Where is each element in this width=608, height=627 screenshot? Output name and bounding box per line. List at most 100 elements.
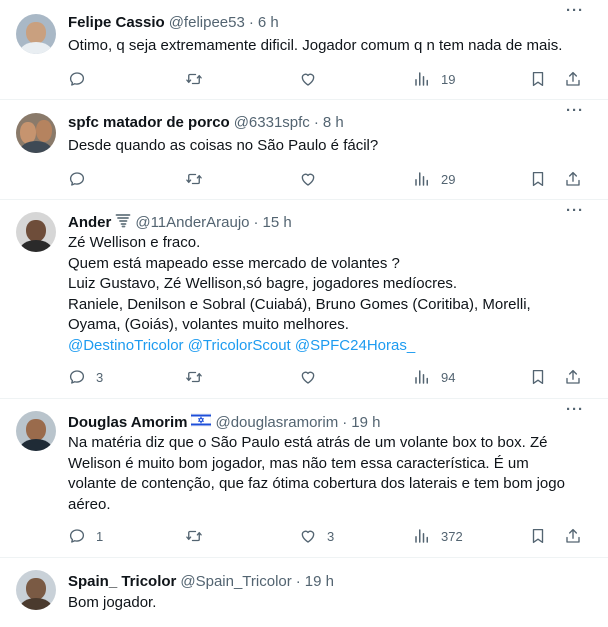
avatar[interactable]	[16, 212, 56, 252]
separator: ·	[248, 13, 254, 31]
tweet-header: Felipe Cassio @felipee53 · 6 h	[68, 12, 279, 32]
tweet-text: Bom jogador.	[68, 593, 588, 614]
retweet-button[interactable]	[185, 69, 213, 89]
display-name[interactable]: Ander	[68, 214, 111, 231]
reply-icon	[69, 172, 85, 186]
separator: ·	[295, 572, 301, 590]
mention-links[interactable]: @DestinoTricolor @TricolorScout @SPFC24H…	[68, 336, 588, 357]
timestamp[interactable]: 15 h	[263, 214, 292, 231]
tweet-text-line: volante de contenção, que faz ótima cobe…	[68, 475, 565, 492]
bookmark-button[interactable]	[529, 526, 547, 546]
views-button[interactable]: 29	[413, 169, 455, 189]
avatar[interactable]	[16, 411, 56, 451]
reply-icon	[69, 529, 85, 543]
reply-button[interactable]	[68, 69, 96, 89]
bookmark-button[interactable]	[529, 169, 547, 189]
display-name[interactable]: Spain_ Tricolor	[68, 573, 176, 590]
display-name[interactable]: Felipe Cassio	[68, 14, 165, 31]
like-button[interactable]	[299, 169, 327, 189]
views-button[interactable]: 19	[413, 69, 455, 89]
like-icon	[301, 173, 315, 186]
reply-button[interactable]: 3	[68, 367, 103, 387]
tweet-text-line: Otimo, q seja extremamente dificil. Joga…	[68, 37, 563, 54]
retweet-icon	[186, 73, 202, 85]
retweet-icon	[186, 371, 202, 383]
display-name[interactable]: spfc matador de porco	[68, 114, 230, 131]
views-icon	[415, 72, 428, 86]
more-options-icon[interactable]: ···	[566, 401, 584, 418]
user-handle[interactable]: @douglasramorim	[215, 414, 338, 431]
reply-button[interactable]	[68, 169, 96, 189]
retweet-button[interactable]	[185, 526, 213, 546]
view-count: 29	[441, 171, 456, 187]
tweet-text: Na matéria diz que o São Paulo está atrá…	[68, 433, 588, 515]
like-button[interactable]	[299, 69, 327, 89]
more-options-icon[interactable]: ···	[566, 202, 584, 219]
tweet-text-line: Raniele, Denilson e Sobral (Cuiabá), Bru…	[68, 295, 531, 313]
like-button[interactable]: 3	[299, 526, 334, 546]
bookmark-icon	[532, 369, 544, 385]
share-button[interactable]	[564, 367, 582, 387]
retweet-button[interactable]	[185, 169, 213, 189]
retweet-icon	[186, 530, 202, 542]
retweet-icon	[186, 173, 202, 185]
like-button[interactable]	[299, 367, 327, 387]
tweet-text: Desde quando as coisas no São Paulo é fá…	[68, 136, 588, 157]
tweet-header: spfc matador de porco @6331spfc · 8 h	[68, 112, 344, 132]
tweet[interactable]: Ander @11AnderAraujo · 15 h ··· Zé Welli…	[0, 200, 608, 399]
action-bar: 3 94	[68, 367, 588, 387]
view-count: 372	[441, 528, 463, 544]
views-icon	[415, 172, 428, 186]
share-button[interactable]	[564, 169, 582, 189]
like-icon	[301, 371, 315, 384]
separator: ·	[342, 413, 348, 431]
user-handle[interactable]: @6331spfc	[234, 114, 310, 131]
share-button[interactable]	[564, 69, 582, 89]
views-button[interactable]: 94	[413, 367, 455, 387]
reply-count: 3	[96, 369, 104, 385]
tweet-text: Otimo, q seja extremamente dificil. Joga…	[68, 36, 588, 57]
tweet-text-line: Desde quando as coisas no São Paulo é fá…	[68, 137, 379, 154]
tweet[interactable]: Douglas Amorim @douglasramorim · 19 h ··…	[0, 399, 608, 558]
timestamp[interactable]: 19 h	[305, 573, 334, 590]
tweet[interactable]: spfc matador de porco @6331spfc · 8 h ··…	[0, 100, 608, 200]
retweet-button[interactable]	[185, 367, 213, 387]
views-button[interactable]: 372	[413, 526, 463, 546]
bookmark-button[interactable]	[529, 367, 547, 387]
timestamp[interactable]: 6 h	[258, 14, 279, 31]
user-handle[interactable]: @11AnderAraujo	[135, 214, 249, 231]
like-icon	[301, 530, 315, 543]
tweet-text-line: Na matéria diz que o São Paulo está atrá…	[68, 434, 548, 451]
tweet-text-line: Zé Wellison e fraco.	[68, 234, 201, 251]
views-icon	[415, 370, 428, 384]
user-handle[interactable]: @felipee53	[169, 14, 245, 31]
view-count: 19	[441, 71, 456, 87]
tweet-header: Douglas Amorim @douglasramorim · 19 h	[68, 412, 380, 432]
tweet[interactable]: Felipe Cassio @felipee53 · 6 h ··· Otimo…	[0, 0, 608, 100]
like-count: 3	[327, 528, 335, 544]
replies-feed: Felipe Cassio @felipee53 · 6 h ··· Otimo…	[0, 0, 608, 627]
reply-icon	[69, 370, 85, 384]
display-name[interactable]: Douglas Amorim	[68, 414, 187, 431]
tweet[interactable]: Spain_ Tricolor @Spain_Tricolor · 19 h B…	[0, 558, 608, 627]
tweet-header: Ander @11AnderAraujo · 15 h	[68, 212, 292, 232]
avatar[interactable]	[16, 113, 56, 153]
reply-button[interactable]: 1	[68, 526, 103, 546]
user-handle[interactable]: @Spain_Tricolor	[180, 573, 291, 590]
share-icon	[566, 171, 580, 186]
action-bar: 1 3 372	[68, 526, 588, 546]
timestamp[interactable]: 19 h	[351, 414, 380, 431]
share-icon	[566, 369, 580, 384]
more-options-icon[interactable]: ···	[566, 2, 584, 19]
bookmark-button[interactable]	[529, 69, 547, 89]
tweet-text-line: Oyama, (Goiás), volantes muito melhores.	[68, 316, 349, 333]
views-icon	[415, 529, 428, 543]
timestamp[interactable]: 8 h	[323, 114, 344, 131]
more-options-icon[interactable]: ···	[566, 102, 584, 119]
avatar[interactable]	[16, 14, 56, 54]
bookmark-icon	[532, 528, 544, 544]
share-button[interactable]	[564, 526, 582, 546]
tweet-text-line: aéreo.	[68, 495, 111, 513]
avatar[interactable]	[16, 570, 56, 610]
bookmark-icon	[532, 171, 544, 187]
